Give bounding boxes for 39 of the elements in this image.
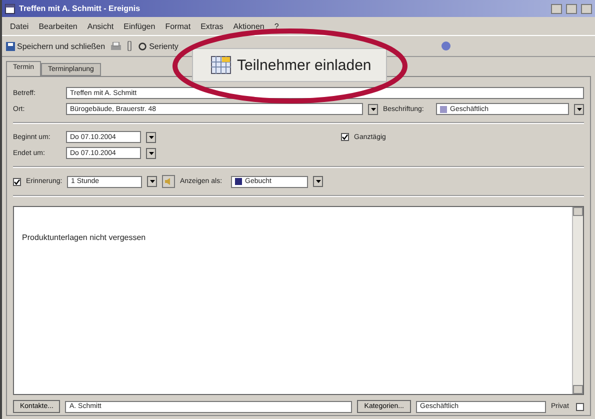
start-date-dropdown-button[interactable] — [146, 132, 156, 142]
window-title: Treffen mit A. Schmitt - Ereignis — [19, 4, 142, 13]
dropdown-arrow-icon — [316, 180, 321, 183]
close-button[interactable] — [581, 4, 592, 14]
show-as-dropdown-button[interactable] — [313, 176, 323, 187]
dropdown-arrow-icon — [576, 108, 582, 110]
menu-item[interactable]: Extras — [200, 22, 224, 30]
invite-attendees-button[interactable]: Teilnehmer einladen — [192, 48, 387, 82]
save-close-button[interactable]: Speichern und schließen — [6, 42, 106, 50]
menu-item[interactable]: Datei — [10, 22, 29, 30]
dropdown-arrow-icon — [150, 180, 155, 183]
dropdown-arrow-icon — [148, 136, 154, 138]
all-day-checkbox[interactable] — [341, 133, 349, 141]
notes-area[interactable]: Produktunterlagen nicht vergessen — [13, 206, 584, 395]
reminder-checkbox[interactable] — [13, 178, 21, 186]
menu-item[interactable]: Bearbeiten — [38, 22, 78, 30]
end-date-dropdown-button[interactable] — [146, 148, 156, 158]
recurrence-button[interactable]: Serienty — [138, 42, 178, 50]
dropdown-arrow-icon — [370, 108, 376, 110]
dropdown-arrow-icon — [148, 152, 154, 154]
reminder-dropdown-button[interactable] — [147, 176, 157, 187]
menu-item[interactable]: Einfügen — [124, 22, 156, 30]
scrollbar[interactable] — [572, 207, 583, 394]
maximize-button[interactable] — [566, 4, 577, 14]
color-swatch-icon — [235, 178, 242, 185]
color-swatch-icon — [440, 106, 447, 112]
location-dropdown-button[interactable] — [368, 104, 378, 114]
calendar-grid-icon — [211, 56, 231, 74]
menu-item[interactable]: Aktionen — [233, 22, 264, 30]
notes-text: Produktunterlagen nicht vergessen — [22, 233, 146, 242]
menu-item[interactable]: Ansicht — [87, 22, 114, 30]
private-checkbox[interactable] — [576, 402, 584, 410]
help-icon[interactable] — [441, 41, 451, 51]
menu-item[interactable]: ? — [274, 22, 279, 30]
speaker-button[interactable] — [162, 175, 175, 188]
label-dropdown-button[interactable] — [574, 104, 584, 114]
printer-icon[interactable] — [111, 42, 122, 50]
menu-item[interactable]: Format — [165, 22, 191, 30]
minimize-button[interactable] — [551, 4, 562, 14]
